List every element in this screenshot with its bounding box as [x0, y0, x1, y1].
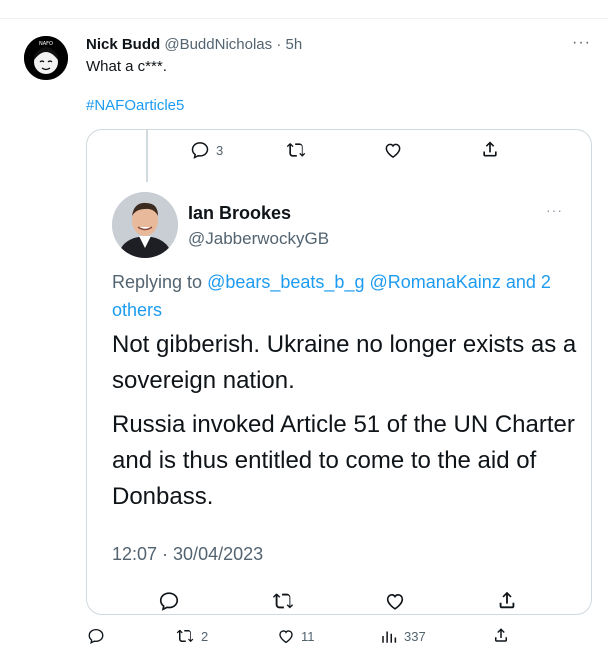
- avatar-ian-brookes[interactable]: [112, 192, 178, 258]
- card-retweet-button[interactable]: [271, 590, 295, 612]
- quoted-reply-button[interactable]: 3: [190, 140, 223, 160]
- top-divider: [0, 18, 608, 19]
- card-reply-button[interactable]: [158, 590, 180, 612]
- card-like-button[interactable]: [384, 590, 406, 612]
- like-button[interactable]: 11: [277, 627, 315, 645]
- quoted-author-handle[interactable]: @JabberwockyGB: [188, 229, 329, 249]
- heart-icon: [385, 143, 401, 158]
- thread-connector-line: [146, 130, 148, 182]
- quoted-paragraph-1: Not gibberish. Ukraine no longer exists …: [112, 331, 577, 394]
- like-count: 11: [301, 628, 315, 644]
- views-button[interactable]: 337: [380, 627, 426, 645]
- replying-others-and[interactable]: and 2: [506, 272, 551, 292]
- tweet-time[interactable]: 5h: [286, 36, 303, 53]
- quoted-retweet-button[interactable]: [285, 140, 307, 160]
- avatar-nick-budd[interactable]: NAFO: [24, 36, 68, 80]
- quoted-more-options-icon[interactable]: ···: [546, 202, 563, 218]
- quoted-author-name[interactable]: Ian Brookes: [188, 203, 291, 224]
- quoted-share-button[interactable]: [480, 139, 500, 159]
- retweet-icon: [272, 593, 294, 609]
- quoted-timestamp[interactable]: 12:07 · 30/04/2023: [112, 544, 263, 565]
- retweet-icon: [176, 629, 194, 643]
- reply-icon: [88, 628, 104, 644]
- reply-button[interactable]: [87, 627, 105, 645]
- avatar-photo: [112, 192, 178, 258]
- reply-icon: [159, 592, 179, 611]
- heart-icon: [279, 630, 293, 644]
- card-share-button[interactable]: [496, 589, 518, 611]
- replying-others-link[interactable]: others: [112, 300, 162, 320]
- more-options-icon[interactable]: ···: [572, 34, 591, 52]
- tweet-text: What a c***.: [86, 58, 167, 75]
- views-bar-chart-icon: [382, 631, 397, 643]
- avatar-image: NAFO: [24, 36, 68, 80]
- retweet-count: 2: [201, 628, 209, 644]
- share-button[interactable]: [492, 626, 510, 644]
- retweet-icon: [286, 143, 306, 157]
- mention-link[interactable]: @RomanaKainz: [369, 272, 500, 292]
- quoted-reply-count: 3: [216, 142, 224, 158]
- replying-prefix: Replying to: [112, 272, 203, 292]
- author-handle[interactable]: @BuddNicholas: [164, 36, 272, 53]
- reply-icon: [191, 142, 209, 159]
- avatar-badge-text: NAFO: [39, 41, 53, 47]
- retweet-button[interactable]: 2: [175, 627, 208, 645]
- share-icon: [499, 591, 515, 609]
- replying-to-line: Replying to @bears_beats_b_g @RomanaKain…: [112, 268, 582, 324]
- tweet-header: Nick Budd @BuddNicholas · 5h: [86, 36, 302, 53]
- mention-link[interactable]: @bears_beats_b_g: [207, 272, 364, 292]
- quoted-paragraph-2: Russia invoked Article 51 of the UN Char…: [112, 411, 575, 510]
- header-separator: ·: [276, 36, 282, 53]
- quoted-like-button[interactable]: [383, 140, 403, 160]
- view-count: 337: [404, 628, 426, 644]
- heart-icon: [386, 593, 404, 610]
- share-icon: [483, 141, 497, 157]
- hashtag-link[interactable]: #NAFOarticle5: [86, 97, 184, 114]
- share-icon: [495, 628, 507, 642]
- author-name[interactable]: Nick Budd: [86, 36, 160, 53]
